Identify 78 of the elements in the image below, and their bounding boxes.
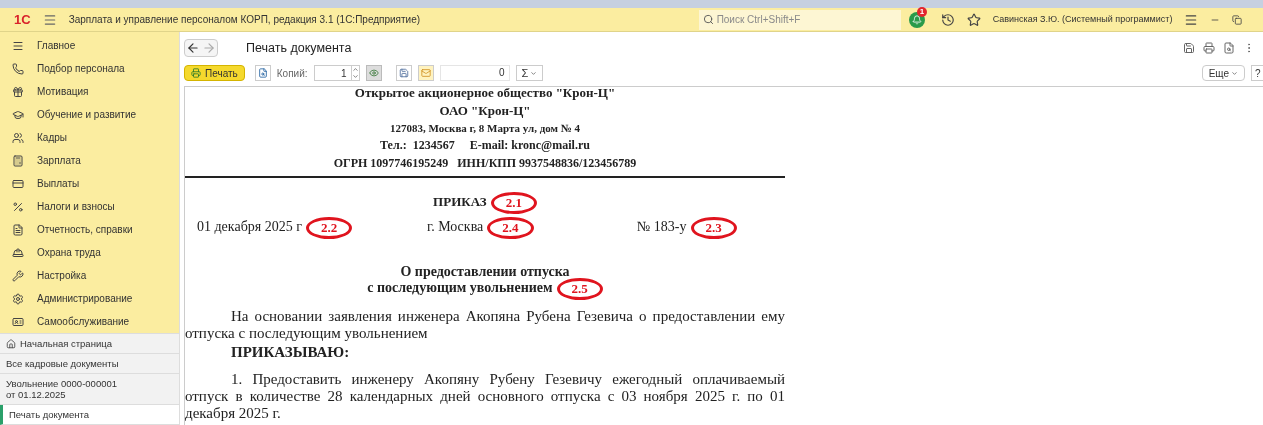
copies-field[interactable]: 1 [313,65,360,81]
letterhead-line: 127083, Москва г, 8 Марта ул, дом № 4 [388,121,582,136]
section-item[interactable]: Налоги и взносы [0,195,179,218]
letterhead-line: Тел.: 1234567 E-mail: kronc@mail.ru [379,137,591,154]
letterhead-line: ОГРН 1097746195249 ИНН/КПП 9937548836/123456789 [332,155,638,172]
section-item[interactable]: Отчетность, справки [0,218,179,241]
mail-icon[interactable] [417,65,434,81]
star-icon[interactable] [966,12,981,27]
section-item[interactable]: Главное [0,34,179,57]
graduation-cap-icon [12,108,24,121]
section-item[interactable]: Самообслуживание [0,310,179,333]
preview-icon[interactable] [1223,42,1235,54]
user-name[interactable]: Савинская З.Ю. (Системный программист) [992,12,1173,27]
menu-icon[interactable] [1184,12,1199,27]
document-icon [12,223,24,236]
section-item[interactable]: Кадры [0,126,179,149]
settings-icon [12,292,24,305]
section-item[interactable]: Администрирование [0,287,179,310]
restore-icon[interactable] [1232,14,1243,25]
subject-line: с последующим увольнением [367,279,553,295]
letterhead-line: ОАО "Крон-Ц" [438,102,532,120]
notification-badge: 1 [916,6,928,17]
annotation-mark: 2.5 [556,277,603,300]
annotation-mark: 2.2 [305,216,353,239]
annotation-mark: 2.3 [690,216,737,239]
caret-icon [1231,69,1238,77]
section-item[interactable]: Мотивация [0,80,179,103]
section-item[interactable]: Охрана труда [0,241,179,264]
paragraph: На основании заявления инженера Акопяна Рубена Гезевича о предоставлении ему отпуска с последующим увольнением [185,307,785,342]
printer-icon[interactable] [1203,42,1215,54]
menu-icon [12,39,24,52]
open-window-tab[interactable]: Печать документа [0,405,179,425]
sum-field: 0 [439,65,510,81]
decrement-icon[interactable] [351,73,359,80]
more-button[interactable]: Еще [1201,65,1245,81]
section-item[interactable]: Подбор персонала [0,57,179,80]
id-card-icon [12,315,24,328]
document-number: № 183-у [637,219,687,234]
document-title: ПРИКАЗ [433,194,487,209]
section-item[interactable]: Выплаты [0,172,179,195]
copies-label: Копий: [276,66,308,81]
history-icon[interactable] [940,12,955,27]
section-item[interactable]: Обучение и развитие [0,103,179,126]
menu-icon[interactable] [42,12,57,27]
document-city: г. Москва [427,219,484,234]
calculator-icon [12,154,24,167]
bell-icon[interactable] [908,11,925,28]
printer-icon [191,68,201,78]
percent-icon [12,200,24,213]
toggle-icon[interactable] [365,65,382,81]
search-icon [702,13,714,25]
increment-icon[interactable] [351,66,359,73]
sum-button[interactable]: Σ [515,65,544,81]
gift-icon [12,85,24,98]
save-icon[interactable] [1183,42,1195,54]
order-heading: ПРИКАЗЫВАЮ: [230,343,351,361]
search-field[interactable]: Поиск Ctrl+Shift+F [698,9,901,30]
open-window-tab[interactable]: Начальная страница [0,334,179,354]
section-item[interactable]: Настройка [0,264,179,287]
section-item[interactable]: Зарплата [0,149,179,172]
phone-icon [12,62,24,75]
paragraph: 1. Предоставить инженеру Акопяну Рубену Гезевичу ежегодный оплачиваемый отпуск в количестве 28 календарных дней основного отпуска с 03 ноября 2025 г. по 01 декабря 2025 г. [185,370,785,422]
wrench-icon [12,269,24,282]
logo: 1С [14,10,31,29]
card-icon [12,177,24,190]
home-icon [6,338,16,349]
open-window-tab[interactable]: Все кадровые документы [0,354,179,374]
helmet-icon [12,246,24,259]
caret-icon [530,69,538,77]
letterhead-line: Открытое акционерное общество "Крон-Ц" [353,87,617,102]
document-date: 01 декабря 2025 г [197,219,302,234]
print-button[interactable]: Печать [184,65,245,81]
people-icon [12,131,24,144]
form-title: Печать документа [246,39,353,57]
help-button[interactable]: ? [1251,65,1263,81]
annotation-mark: 2.4 [487,216,534,239]
annotation-mark: 2.1 [490,192,537,214]
window-title: Зарплата и управление персоналом КОРП, редакция 3.1 (1С:Предприятие) [68,13,422,27]
